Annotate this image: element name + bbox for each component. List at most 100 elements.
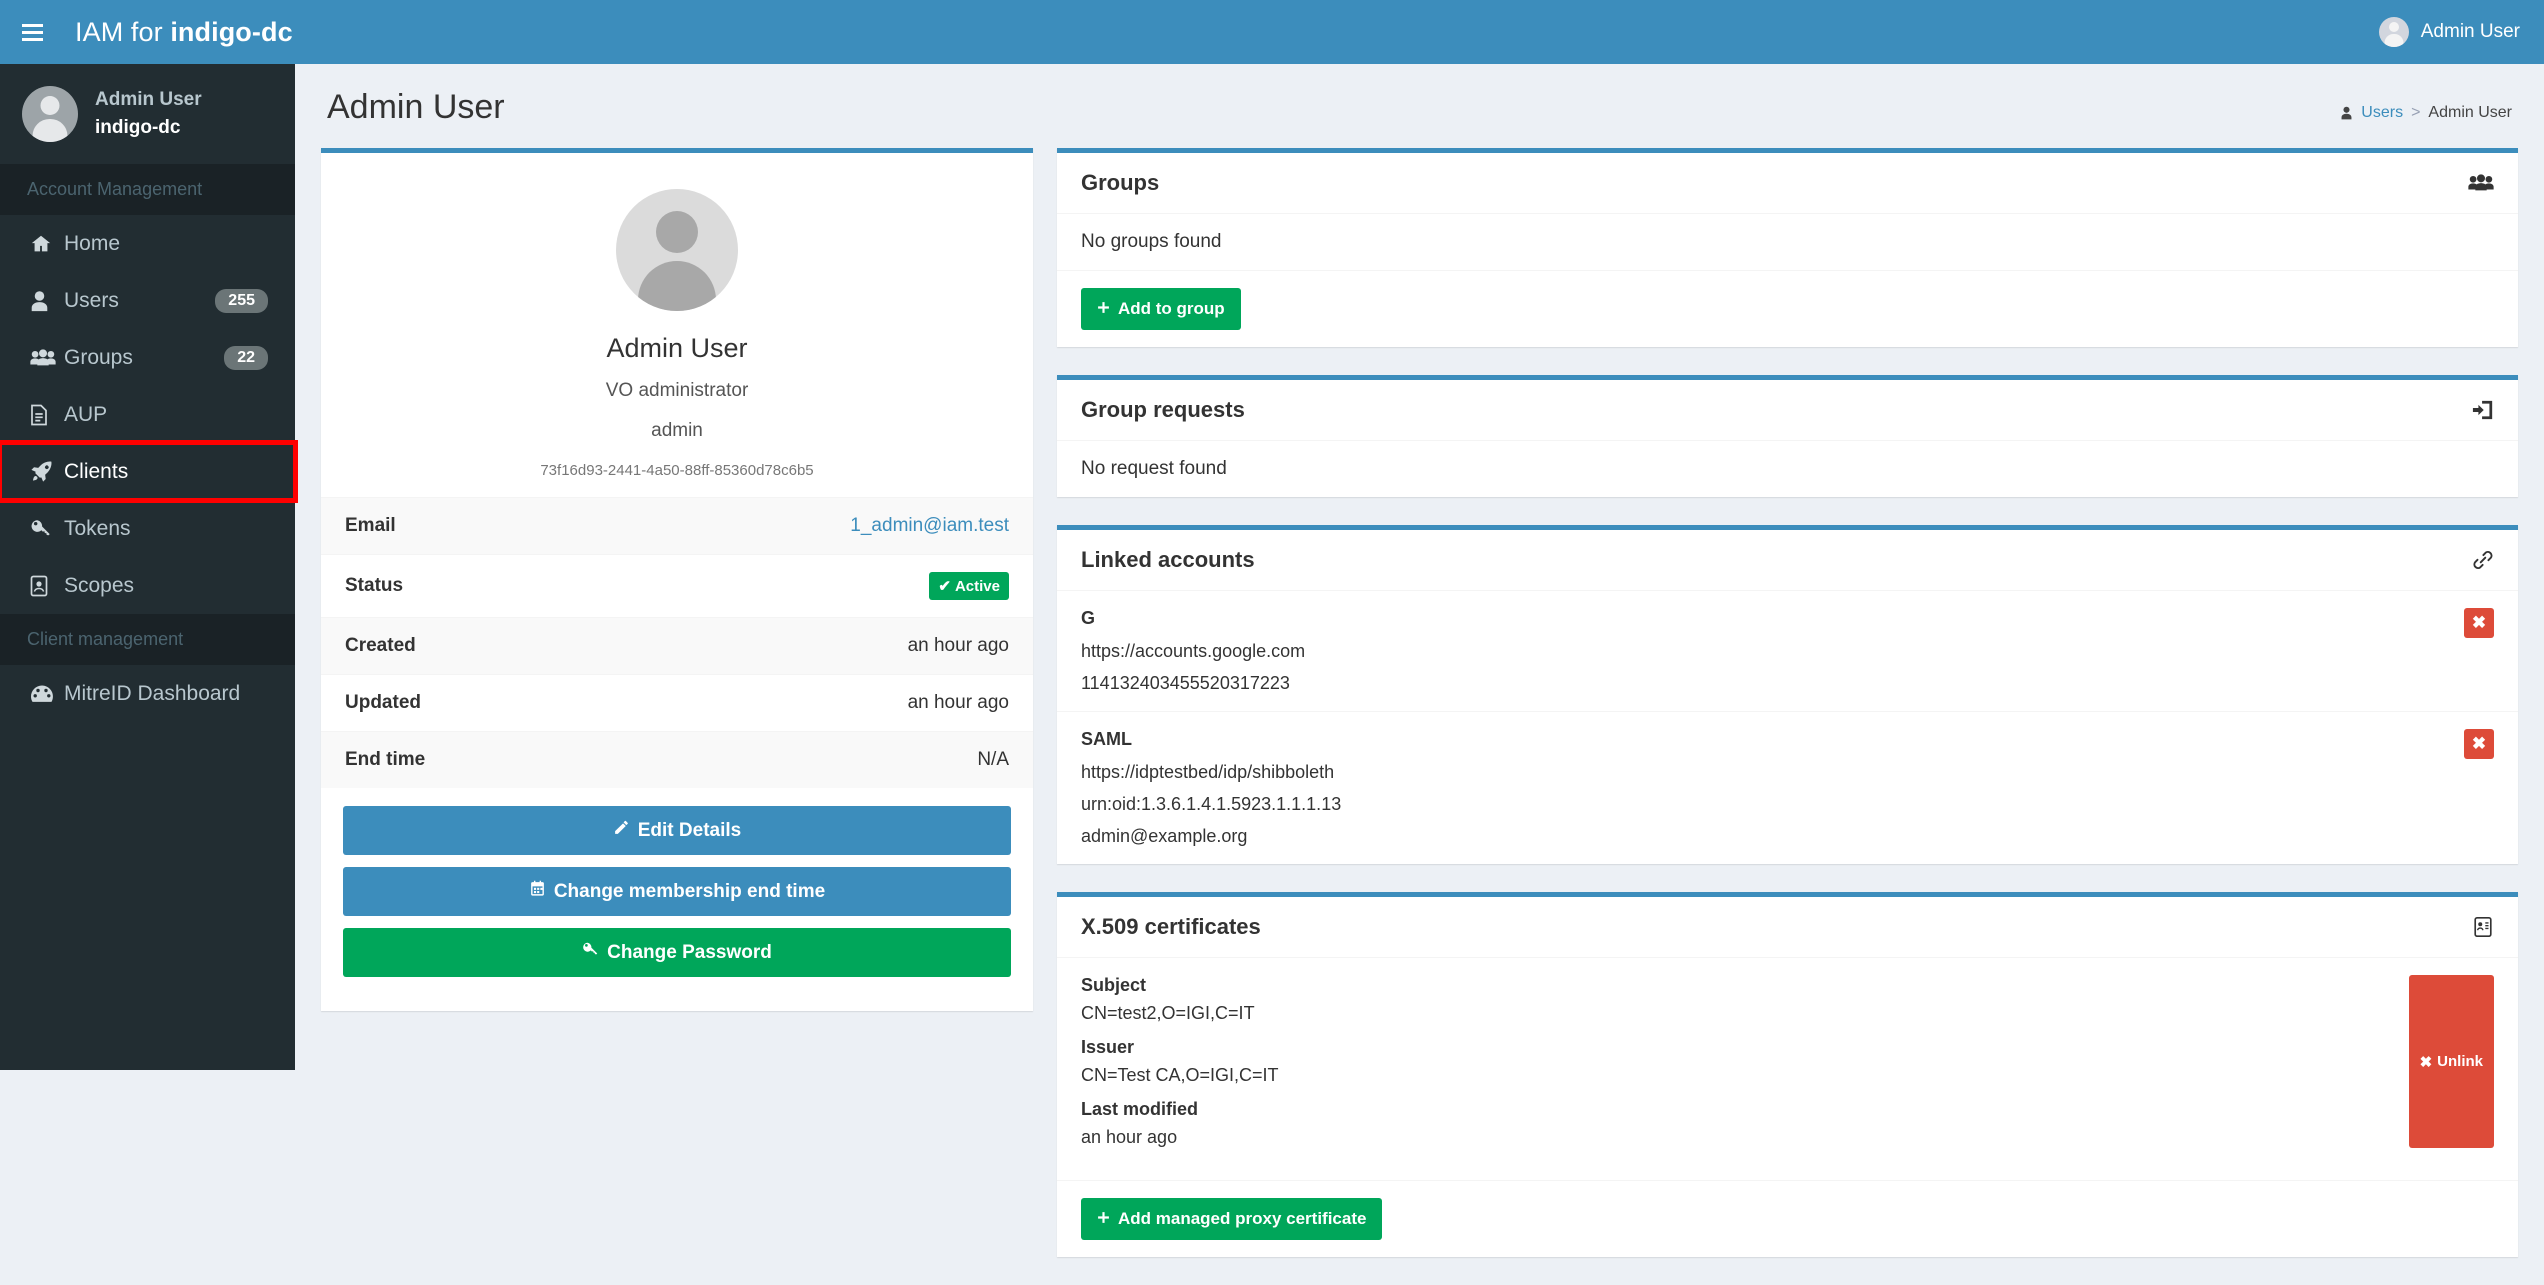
navbar-user-menu[interactable]: Admin User [2365, 0, 2544, 64]
button-label: Change membership end time [554, 881, 825, 903]
linked-account-issuer: https://idptestbed/idp/shibboleth [1081, 762, 2464, 783]
unlink-account-button[interactable]: ✖ [2464, 729, 2494, 759]
unlink-account-button[interactable]: ✖ [2464, 608, 2494, 638]
sidebar-item-label: Clients [64, 460, 128, 484]
add-managed-proxy-certificate-button[interactable]: Add managed proxy certificate [1081, 1198, 1382, 1240]
profile-row-email: Email 1_admin@iam.test [321, 497, 1033, 554]
calendar-icon [529, 880, 546, 903]
navbar-user-name: Admin User [2421, 21, 2520, 43]
profile-row-value: N/A [977, 749, 1009, 771]
sidebar-item-label: Home [64, 232, 120, 256]
profile-username: admin [321, 420, 1033, 442]
sidebar-item-mitreid-dashboard[interactable]: MitreID Dashboard [0, 665, 295, 722]
main-content: Admin User Users > Admin User Admin User… [295, 64, 2544, 1070]
user-profile-card: Admin User VO administrator admin 73f16d… [321, 148, 1033, 1011]
profile-uuid: 73f16d93-2441-4a50-88ff-85360d78c6b5 [321, 462, 1033, 479]
x509-last-modified-label: Last modified [1081, 1099, 2409, 1120]
profile-row-label: Status [345, 575, 403, 597]
linked-accounts-panel-title: Linked accounts [1081, 547, 1255, 573]
x509-certificates-panel: X.509 certificates Subject CN=test2,O=I [1057, 892, 2518, 1257]
profile-row-label: Updated [345, 692, 421, 714]
file-document-icon [30, 404, 64, 426]
breadcrumb-current: Admin User [2428, 104, 2512, 122]
sidebar-item-clients[interactable]: Clients [0, 443, 295, 500]
sidebar-item-users[interactable]: Users 255 [0, 272, 295, 329]
linked-account-info: SAML https://idptestbed/idp/shibboleth u… [1081, 729, 2464, 847]
status-badge-label: Active [955, 578, 1000, 595]
linked-account-info: G https://accounts.google.com 1141324034… [1081, 608, 2464, 694]
sidebar-item-label: AUP [64, 403, 107, 427]
sidebar-section-header-account-management: Account Management [0, 164, 295, 215]
change-membership-end-time-button[interactable]: Change membership end time [343, 867, 1011, 916]
edit-details-button[interactable]: Edit Details [343, 806, 1011, 855]
profile-row-label: End time [345, 749, 425, 771]
button-label: Change Password [607, 942, 772, 964]
groups-panel-header: Groups [1057, 153, 2518, 214]
sidebar-badge-users: 255 [215, 289, 268, 313]
profile-row-label: Created [345, 635, 416, 657]
sidebar-item-tokens[interactable]: Tokens [0, 500, 295, 557]
link-chain-icon [2472, 549, 2494, 571]
linked-accounts-panel: Linked accounts G https://accounts.googl… [1057, 525, 2518, 864]
profile-actions: Edit Details Change membership end time … [321, 788, 1033, 1011]
sidebar-user-org: indigo-dc [95, 114, 202, 142]
pencil-icon [613, 819, 630, 842]
id-card-icon [2472, 916, 2494, 938]
x509-issuer-value: CN=Test CA,O=IGI,C=IT [1081, 1065, 2409, 1086]
x509-panel-title: X.509 certificates [1081, 914, 1261, 940]
x509-certificate-row: Subject CN=test2,O=IGI,C=IT Issuer CN=Te… [1057, 958, 2518, 1180]
app-brand[interactable]: IAM for indigo-dc [64, 17, 293, 48]
change-password-button[interactable]: Change Password [343, 928, 1011, 977]
plus-icon [1097, 299, 1110, 319]
x509-panel-footer: Add managed proxy certificate [1057, 1180, 2518, 1257]
user-icon [2340, 106, 2353, 120]
profile-row-created: Created an hour ago [321, 617, 1033, 674]
hamburger-menu-icon [22, 24, 43, 41]
linked-accounts-panel-header: Linked accounts [1057, 530, 2518, 591]
status-badge: ✔ Active [929, 572, 1009, 600]
status-badge-wrap: ✔ Active [929, 572, 1009, 600]
linked-account-issuer: https://accounts.google.com [1081, 641, 2464, 662]
x509-last-modified-value: an hour ago [1081, 1127, 2409, 1148]
sidebar-item-groups[interactable]: Groups 22 [0, 329, 295, 386]
breadcrumb: Users > Admin User [2340, 88, 2512, 122]
breadcrumb-link-users[interactable]: Users [2361, 104, 2403, 122]
groups-empty-text: No groups found [1081, 231, 1222, 252]
button-label: Add managed proxy certificate [1118, 1209, 1366, 1229]
button-label: Unlink [2437, 1053, 2483, 1070]
sidebar-item-home[interactable]: Home [0, 215, 295, 272]
content-body: Admin User VO administrator admin 73f16d… [295, 134, 2544, 1285]
profile-column: Admin User VO administrator admin 73f16d… [321, 148, 1033, 1011]
x509-subject-label: Subject [1081, 975, 2409, 996]
brand-org: indigo-dc [170, 17, 292, 47]
linked-account-type: SAML [1081, 729, 2464, 750]
sidebar-user-name: Admin User [95, 86, 202, 114]
group-requests-empty-text: No request found [1081, 458, 1227, 479]
sidebar-toggle-button[interactable] [0, 0, 64, 64]
check-icon: ✔ [938, 577, 951, 595]
groups-panel-body: No groups found [1057, 214, 2518, 270]
rocket-icon [30, 460, 64, 483]
avatar [22, 86, 78, 142]
dashboard-icon [30, 683, 64, 705]
add-to-group-button[interactable]: Add to group [1081, 288, 1241, 330]
sidebar-badge-groups: 22 [224, 346, 268, 370]
sidebar-item-scopes[interactable]: Scopes [0, 557, 295, 614]
users-group-icon [30, 348, 64, 368]
sidebar-section-header-client-management: Client management [0, 614, 295, 665]
page-title: Admin User [327, 88, 505, 127]
profile-email-link[interactable]: 1_admin@iam.test [850, 515, 1009, 537]
sidebar-item-aup[interactable]: AUP [0, 386, 295, 443]
avatar [2379, 17, 2409, 47]
x509-issuer-label: Issuer [1081, 1037, 2409, 1058]
profile-row-value: an hour ago [908, 692, 1009, 714]
profile-row-label: Email [345, 515, 396, 537]
sidebar-user-panel[interactable]: Admin User indigo-dc [0, 64, 295, 164]
unlink-certificate-button[interactable]: ✖ Unlink [2409, 975, 2494, 1148]
home-icon [30, 233, 64, 255]
linked-account-row: SAML https://idptestbed/idp/shibboleth u… [1057, 712, 2518, 864]
panels-column: Groups No groups found [1057, 148, 2518, 1285]
profile-name: Admin User [321, 333, 1033, 364]
sidebar: Admin User indigo-dc Account Management … [0, 64, 295, 1070]
group-requests-panel-body: No request found [1057, 441, 2518, 497]
